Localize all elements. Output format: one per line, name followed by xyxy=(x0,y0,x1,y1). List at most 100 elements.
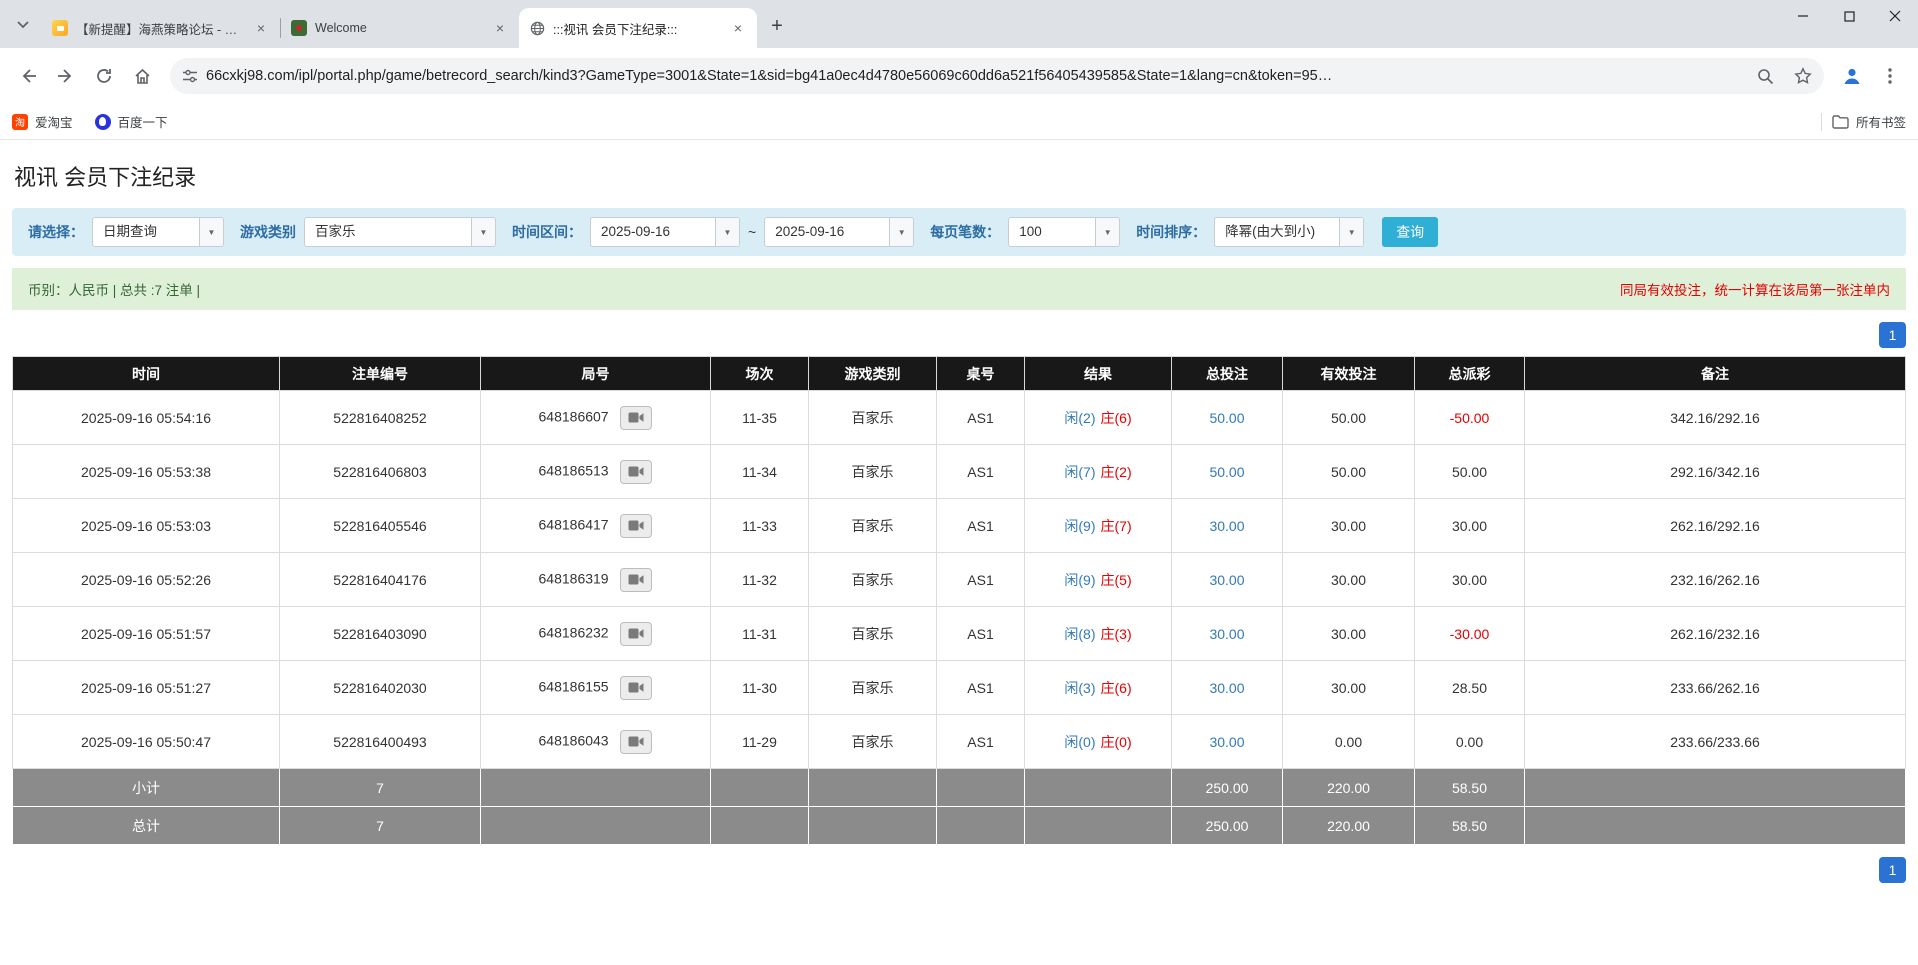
cell-game-type: 百家乐 xyxy=(809,661,937,715)
tab-search-button[interactable] xyxy=(8,10,38,40)
bookmark-taobao[interactable]: 淘 爱淘宝 xyxy=(12,112,73,131)
cell-total-bet[interactable]: 30.00 xyxy=(1172,715,1283,769)
bookmark-label: 爱淘宝 xyxy=(35,112,73,131)
empty-cell xyxy=(481,769,711,807)
date-to-select[interactable]: 2025-09-16 ▼ xyxy=(764,217,914,247)
round-id: 648186043 xyxy=(539,732,609,748)
result-banker: 庄(0) xyxy=(1101,734,1132,750)
cell-result: 闲(0)庄(0) xyxy=(1025,715,1172,769)
cell-session: 11-29 xyxy=(711,715,809,769)
cell-round: 648186232 xyxy=(481,607,711,661)
cell-time: 2025-09-16 05:50:47 xyxy=(13,715,280,769)
query-type-select[interactable]: 日期查询 ▼ xyxy=(92,217,224,247)
close-window-button[interactable] xyxy=(1872,0,1918,32)
forward-button[interactable] xyxy=(48,58,84,94)
browser-menu-button[interactable] xyxy=(1872,58,1908,94)
date-range-tilde: ~ xyxy=(748,224,756,240)
sort-order-select[interactable]: 降幂(由大到小) ▼ xyxy=(1214,217,1364,247)
taobao-icon: 淘 xyxy=(12,114,28,130)
replay-video-button[interactable] xyxy=(620,460,652,484)
tab-close-icon[interactable]: × xyxy=(252,19,270,37)
refresh-button[interactable] xyxy=(86,58,122,94)
tab-close-icon[interactable]: × xyxy=(729,19,747,37)
video-camera-icon xyxy=(628,520,644,531)
search-button[interactable]: 查询 xyxy=(1382,217,1438,247)
tab-forum[interactable]: 【新提醒】海燕策略论坛 - 综合… × xyxy=(42,8,280,48)
per-page-select[interactable]: 100 ▼ xyxy=(1008,217,1120,247)
replay-video-button[interactable] xyxy=(620,730,652,754)
cell-total-bet[interactable]: 50.00 xyxy=(1172,391,1283,445)
cell-table: AS1 xyxy=(937,445,1025,499)
empty-cell xyxy=(481,807,711,845)
bookmark-star-button[interactable] xyxy=(1788,61,1818,91)
cell-table: AS1 xyxy=(937,391,1025,445)
cell-result: 闲(3)庄(6) xyxy=(1025,661,1172,715)
tab-title: Welcome xyxy=(315,21,483,35)
replay-video-button[interactable] xyxy=(620,406,652,430)
replay-video-button[interactable] xyxy=(620,514,652,538)
globe-favicon xyxy=(529,20,545,36)
profile-avatar[interactable] xyxy=(1834,58,1870,94)
page-1-button[interactable]: 1 xyxy=(1879,857,1906,883)
cell-bet-id: 522816400493 xyxy=(280,715,481,769)
cell-result: 闲(2)庄(6) xyxy=(1025,391,1172,445)
replay-video-button[interactable] xyxy=(620,622,652,646)
all-bookmarks-button[interactable]: 所有书签 xyxy=(1832,112,1906,131)
sort-order-value: 降幂(由大到小) xyxy=(1215,218,1339,246)
tab-close-icon[interactable]: × xyxy=(491,19,509,37)
subtotal-row: 小计 7 250.00 220.00 58.50 xyxy=(13,769,1906,807)
subtotal-count: 7 xyxy=(280,769,481,807)
sort-order-label: 时间排序： xyxy=(1136,222,1206,242)
video-camera-icon xyxy=(628,574,644,585)
page-content: 视讯 会员下注纪录 请选择： 日期查询 ▼ 游戏类别 百家乐 ▼ 时间区间： 2… xyxy=(0,160,1918,883)
star-icon xyxy=(1794,67,1812,85)
cell-total-bet[interactable]: 30.00 xyxy=(1172,661,1283,715)
page-1-button[interactable]: 1 xyxy=(1879,322,1906,348)
browser-toolbar: 66cxkj98.com/ipl/portal.php/game/betreco… xyxy=(0,48,1918,104)
empty-cell xyxy=(937,769,1025,807)
tab-welcome[interactable]: Welcome × xyxy=(281,8,519,48)
cell-round: 648186417 xyxy=(481,499,711,553)
kebab-menu-icon xyxy=(1888,68,1892,84)
replay-video-button[interactable] xyxy=(620,568,652,592)
video-camera-icon xyxy=(628,466,644,477)
tab-title: :::视讯 会员下注纪录::: xyxy=(553,19,721,38)
forum-favicon xyxy=(52,20,68,36)
date-from-select[interactable]: 2025-09-16 ▼ xyxy=(590,217,740,247)
back-button[interactable] xyxy=(10,58,46,94)
result-player: 闲(9) xyxy=(1064,518,1095,534)
cell-note: 262.16/292.16 xyxy=(1525,499,1906,553)
valid-bet-notice: 同局有效投注，统一计算在该局第一张注单内 xyxy=(1620,279,1890,299)
cell-result: 闲(7)庄(2) xyxy=(1025,445,1172,499)
game-type-select[interactable]: 百家乐 ▼ xyxy=(304,217,496,247)
table-row: 2025-09-16 05:50:47 522816400493 6481860… xyxy=(13,715,1906,769)
summary-bar: 币别：人民币 | 总共 :7 注单 | 同局有效投注，统一计算在该局第一张注单内 xyxy=(12,268,1906,310)
all-bookmarks-label: 所有书签 xyxy=(1856,112,1906,131)
cell-total-bet[interactable]: 50.00 xyxy=(1172,445,1283,499)
address-bar[interactable]: 66cxkj98.com/ipl/portal.php/game/betreco… xyxy=(170,58,1824,94)
cell-payout: 30.00 xyxy=(1415,553,1525,607)
tab-bet-records-active[interactable]: :::视讯 会员下注纪录::: × xyxy=(519,8,757,48)
cell-bet-id: 522816402030 xyxy=(280,661,481,715)
zoom-button[interactable] xyxy=(1750,61,1780,91)
folder-icon xyxy=(1832,115,1849,129)
maximize-button[interactable] xyxy=(1826,0,1872,32)
result-banker: 庄(7) xyxy=(1101,518,1132,534)
cell-total-bet[interactable]: 30.00 xyxy=(1172,607,1283,661)
cell-total-bet[interactable]: 30.00 xyxy=(1172,499,1283,553)
home-button[interactable] xyxy=(124,58,160,94)
cell-game-type: 百家乐 xyxy=(809,607,937,661)
minimize-button[interactable] xyxy=(1780,0,1826,32)
cell-note: 232.16/262.16 xyxy=(1525,553,1906,607)
baidu-icon xyxy=(95,114,111,130)
minimize-icon xyxy=(1797,10,1809,22)
cell-total-bet[interactable]: 30.00 xyxy=(1172,553,1283,607)
cell-time: 2025-09-16 05:54:16 xyxy=(13,391,280,445)
bookmark-baidu[interactable]: 百度一下 xyxy=(95,112,168,131)
col-header-session: 场次 xyxy=(711,357,809,391)
total-total-bet: 250.00 xyxy=(1172,807,1283,845)
cell-time: 2025-09-16 05:52:26 xyxy=(13,553,280,607)
new-tab-button[interactable]: + xyxy=(763,12,791,40)
replay-video-button[interactable] xyxy=(620,676,652,700)
url-text[interactable]: 66cxkj98.com/ipl/portal.php/game/betreco… xyxy=(206,68,1742,84)
